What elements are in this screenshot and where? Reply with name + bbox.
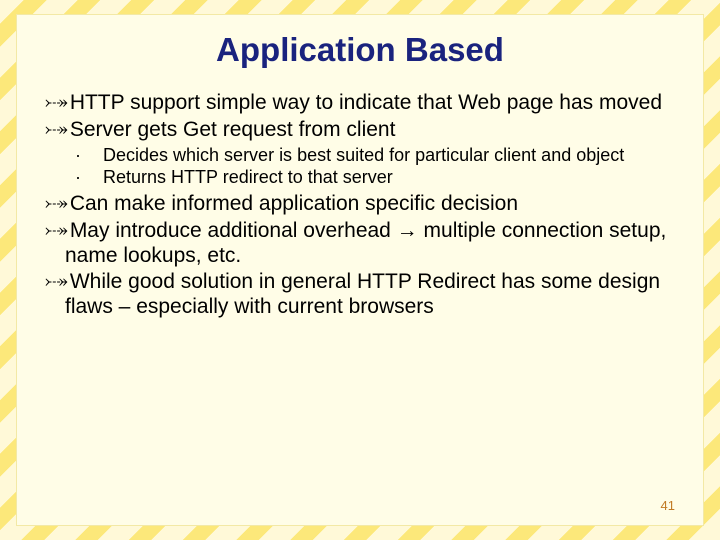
bullet-text: HTTP support simple way to indicate that… — [70, 91, 662, 114]
page-number: 41 — [661, 498, 675, 513]
bullet-dot-icon: · — [89, 145, 103, 166]
bullet-dot-icon: · — [89, 167, 103, 188]
bullet-text: Returns HTTP redirect to that server — [103, 167, 393, 187]
bullet-text: Server gets Get request from client — [70, 118, 396, 141]
slide-content: ⤐HTTP support simple way to indicate tha… — [17, 91, 703, 320]
bullet-text: Decides which server is best suited for … — [103, 145, 624, 165]
slide-title: Application Based — [17, 31, 703, 69]
bullet-glyph-icon: ⤐ — [45, 92, 68, 113]
bullet-glyph-icon: ⤐ — [45, 271, 68, 292]
bullet-level1: ⤐May introduce additional overhead → mul… — [45, 219, 681, 269]
slide: Application Based ⤐HTTP support simple w… — [0, 0, 720, 540]
bullet-text: May introduce additional overhead → mult… — [65, 219, 666, 267]
bullet-text: Can make informed application specific d… — [70, 192, 518, 215]
bullet-level1: ⤐Can make informed application specific … — [45, 192, 681, 217]
bullet-level1: ⤐While good solution in general HTTP Red… — [45, 270, 681, 320]
bullet-level2: ·Returns HTTP redirect to that server — [89, 167, 681, 188]
bullet-level2: ·Decides which server is best suited for… — [89, 145, 681, 166]
slide-inner: Application Based ⤐HTTP support simple w… — [16, 14, 704, 526]
bullet-level1: ⤐HTTP support simple way to indicate tha… — [45, 91, 681, 116]
bullet-glyph-icon: ⤐ — [45, 119, 68, 140]
bullet-text: While good solution in general HTTP Redi… — [65, 270, 660, 318]
bullet-level1: ⤐Server gets Get request from client — [45, 118, 681, 143]
bullet-glyph-icon: ⤐ — [45, 220, 68, 241]
bullet-glyph-icon: ⤐ — [45, 193, 68, 214]
sublist: ·Decides which server is best suited for… — [45, 145, 681, 188]
